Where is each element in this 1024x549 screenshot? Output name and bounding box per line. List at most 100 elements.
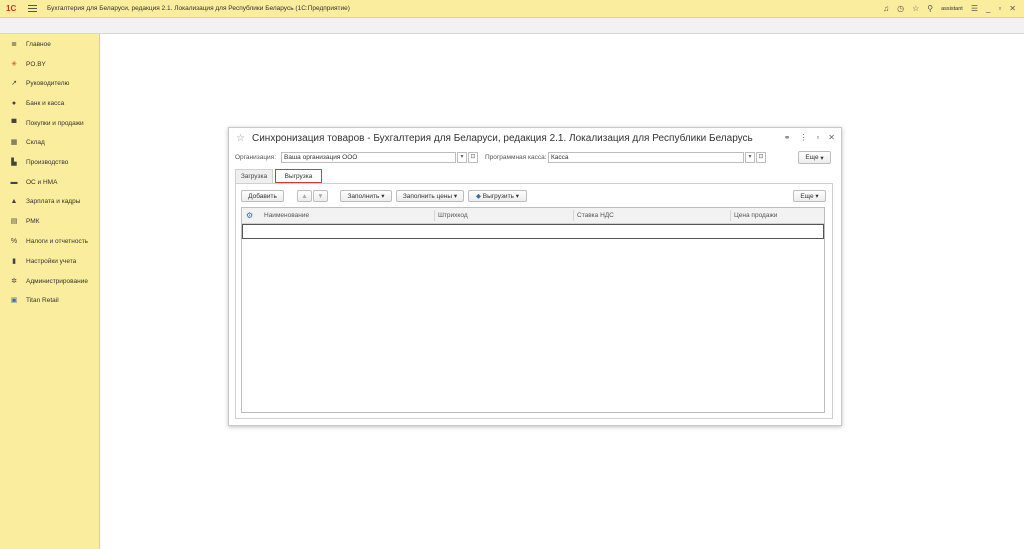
sidebar-item-label: Банк и касса [26,99,65,107]
sidebar-item-label: Настройки учета [26,257,77,265]
table-settings-icon[interactable]: ⚙ [246,208,253,223]
restore-icon[interactable]: ▫ [998,4,1001,13]
column-separator [434,210,435,221]
titan-icon: ▣ [10,297,18,304]
table-more-button[interactable]: Еще ▾ [793,190,826,202]
export-icon: ◆ [475,193,481,200]
close-icon[interactable]: ✕ [1009,4,1016,13]
sidebar-item-label: Покупки и продажи [26,119,84,127]
open-icon[interactable]: ⊡ [756,152,766,163]
title-bar: 1С Бухгалтерия для Беларуси, редакция 2.… [0,0,1024,18]
add-button[interactable]: Добавить [241,190,284,202]
coin-icon: ● [11,99,17,107]
close-icon[interactable]: ✕ [828,133,835,142]
settings-menu-icon[interactable]: ☰ [971,4,978,13]
sidebar-item-label: Администрирование [26,277,88,285]
fill-prices-button[interactable]: Заполнить цены ▾ [396,190,464,202]
sidebar-item-titan-retail[interactable]: ▣ Titan Retail [0,294,99,306]
dialog-title: Синхронизация товаров - Бухгалтерия для … [252,133,753,144]
bell-icon[interactable]: ♫ [883,4,889,13]
factory-icon: ▙ [11,159,17,166]
organization-label: Организация: [235,154,277,161]
sidebar-item-rmk[interactable]: ▤ РМК [0,215,99,227]
sidebar-item-label: Titan Retail [26,296,59,304]
sidebar-item-label: Налоги и отчетность [26,237,89,245]
column-sale-price[interactable]: Цена продажи [734,208,777,223]
dropdown-icon[interactable]: ▾ [745,152,755,163]
fill-prices-label: Заполнить цены [402,192,453,200]
kassa-field[interactable]: Касса [548,152,744,163]
sidebar-item-label: Зарплата и кадры [26,197,81,205]
percent-icon: % [10,237,18,245]
more-menu-icon[interactable]: ⋮ [799,133,807,142]
list-icon: ≣ [11,41,17,48]
sun-icon: ✳ [11,61,17,68]
menu-icon[interactable] [28,5,37,12]
goods-table: ⚙ Наименование Штрихкод Ставка НДС Цена … [241,207,825,413]
tab-unload[interactable]: Выгрузка [275,169,322,183]
sidebar-item-warehouse[interactable]: ▦ Склад [0,136,99,148]
column-separator [730,210,731,221]
move-up-button[interactable]: ▲ [297,190,312,202]
sidebar-item-label: Руководителю [26,79,70,87]
sidebar: ≣ Главное ✳ PO.BY ↗ Руководителю ● Банк … [0,34,100,549]
sidebar-item-label: Производство [26,158,69,166]
sidebar-item-purchases[interactable]: ▀ Покупки и продажи [0,117,99,129]
sidebar-item-bank[interactable]: ● Банк и касса [0,97,99,109]
app-title: Бухгалтерия для Беларуси, редакция 2.1. … [47,5,350,12]
export-label: Выгрузить [482,192,514,200]
sidebar-item-label: РМК [26,217,40,225]
book-icon: ▮ [12,258,16,265]
unload-panel: Добавить ▲ ▼ Заполнить ▾ Заполнить цены … [235,183,833,419]
column-vat-rate[interactable]: Ставка НДС [577,208,614,223]
cart-icon: ▀ [11,119,17,127]
search-icon[interactable]: ⚲ [927,4,933,13]
toolbar-strip [0,18,1024,34]
truck-icon: ▬ [10,178,18,186]
sidebar-item-assets[interactable]: ▬ ОС и НМА [0,176,99,188]
sidebar-item-label: Главное [26,40,51,48]
export-button[interactable]: ◆ Выгрузить ▾ [468,190,527,202]
table-header: ⚙ Наименование Штрихкод Ставка НДС Цена … [242,208,824,224]
fill-button[interactable]: Заполнить ▾ [340,190,392,202]
sidebar-item-accounting-settings[interactable]: ▮ Настройки учета [0,255,99,267]
table-row[interactable] [242,224,824,239]
sync-dialog: ☆ Синхронизация товаров - Бухгалтерия дл… [228,127,842,426]
sidebar-item-taxes[interactable]: % Налоги и отчетность [0,235,99,247]
organization-field[interactable]: Ваша организация ООО [281,152,456,163]
sidebar-item-production[interactable]: ▙ Производство [0,156,99,168]
sidebar-item-main[interactable]: ≣ Главное [0,38,99,50]
register-icon: ▤ [10,218,18,225]
history-icon[interactable]: ◷ [897,4,904,13]
column-separator [573,210,574,221]
kassa-label: Программная касса: [485,154,547,161]
more-label: Еще [805,154,819,161]
maximize-icon[interactable]: ▫ [816,133,819,142]
sidebar-item-poby[interactable]: ✳ PO.BY [0,58,99,70]
link-icon[interactable]: ⚭ [784,133,791,142]
more-button[interactable]: Еще ▾ [798,151,831,164]
app-logo: 1С [6,4,17,13]
sidebar-item-administration[interactable]: ✲ Администрирование [0,275,99,287]
star-icon[interactable]: ☆ [912,4,919,13]
sidebar-item-manager[interactable]: ↗ Руководителю [0,77,99,89]
sidebar-item-label: Склад [26,138,45,146]
warehouse-icon: ▦ [10,139,18,146]
gear-icon: ✲ [11,278,17,285]
person-icon: ▲ [10,197,18,205]
sidebar-item-label: PO.BY [26,60,46,68]
open-icon[interactable]: ⊡ [468,152,478,163]
minimize-icon[interactable]: _ [986,4,990,13]
table-more-label: Еще [800,192,814,200]
user-name[interactable]: assistant [941,6,963,12]
favorite-star-icon[interactable]: ☆ [236,133,245,144]
move-down-button[interactable]: ▼ [313,190,328,202]
dropdown-icon[interactable]: ▾ [457,152,467,163]
sidebar-item-salary[interactable]: ▲ Зарплата и кадры [0,195,99,207]
tab-load[interactable]: Загрузка [235,169,273,183]
column-name[interactable]: Наименование [264,208,309,223]
trend-icon: ↗ [11,80,17,87]
sidebar-item-label: ОС и НМА [26,178,58,186]
column-barcode[interactable]: Штрихкод [438,208,468,223]
fill-label: Заполнить [347,192,380,200]
